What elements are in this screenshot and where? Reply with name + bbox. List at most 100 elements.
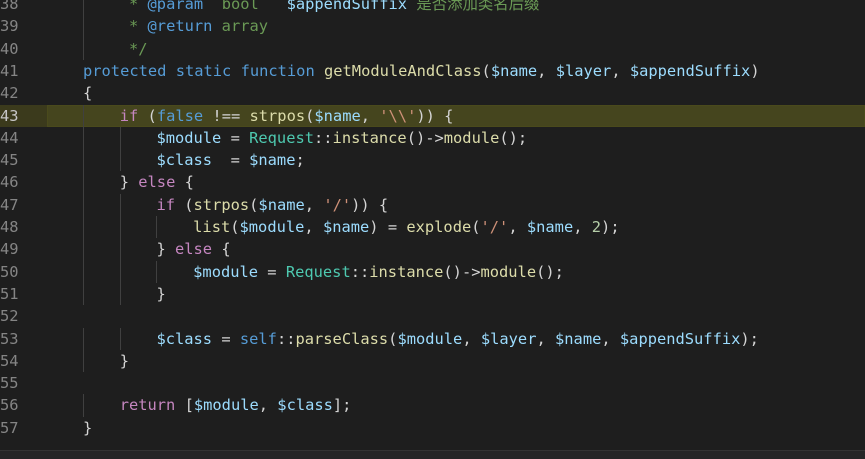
code-token: if: [119, 106, 139, 125]
code-line-42[interactable]: 42 {: [0, 82, 865, 104]
line-code[interactable]: $class = self::parseClass($module, $laye…: [156, 328, 758, 350]
code-line-56[interactable]: 56 return [$module, $class];: [0, 394, 865, 417]
code-token: */: [119, 39, 148, 58]
indent-guide: [83, 15, 84, 38]
line-number: 49: [0, 240, 19, 259]
code-token: false: [156, 106, 204, 125]
code-token: $class: [277, 396, 333, 415]
indent-guide: [119, 282, 121, 306]
line-number: 43: [0, 106, 19, 125]
line-code[interactable]: } else {: [156, 238, 230, 260]
line-code[interactable]: * @param bool $appendSuffix 是否添加类名后缀: [120, 0, 539, 15]
code-line-53[interactable]: 53 $class = self::parseClass($module, $la…: [0, 327, 865, 350]
code-token: Request: [249, 128, 314, 147]
indent-guide: [83, 327, 84, 350]
code-token: ,: [462, 329, 481, 348]
code-editor[interactable]: 38 * @param bool $appendSuffix 是否添加类名后缀 3…: [0, 0, 865, 459]
line-code[interactable]: } else {: [120, 171, 194, 193]
line-number: 53: [0, 329, 19, 348]
code-token: '/': [323, 195, 352, 214]
code-token: array: [212, 17, 269, 36]
line-number: 44: [0, 128, 19, 147]
indent-guide: [83, 260, 84, 283]
code-token: *: [119, 17, 148, 36]
line-number: 47: [0, 195, 19, 214]
code-token: '\\': [379, 106, 417, 125]
code-token: (: [230, 218, 240, 236]
code-token: $appendSuffix: [619, 329, 741, 348]
code-token: $appendSuffix: [629, 61, 751, 80]
code-token: ,: [537, 61, 556, 80]
code-token: strpos: [249, 106, 306, 125]
code-token: ()->: [406, 128, 444, 147]
code-token: (: [174, 195, 194, 214]
code-line-40[interactable]: 40 */: [0, 37, 865, 60]
line-number: 50: [0, 262, 19, 281]
line-code[interactable]: }: [156, 283, 165, 305]
line-code[interactable]: $module = Request::instance()->module();: [193, 261, 564, 283]
line-code[interactable]: list($module, $name) = explode('/', $nam…: [193, 216, 619, 238]
code-line-47[interactable]: 47 if (strpos($name, '/')) {: [0, 193, 865, 216]
indent-guide: [119, 193, 121, 216]
line-code[interactable]: return [$module, $class];: [120, 394, 352, 416]
code-token: ,: [536, 329, 556, 348]
line-number: 51: [0, 284, 19, 303]
indent-guide: [83, 349, 84, 373]
indent-guide: [83, 193, 84, 216]
line-code[interactable]: {: [83, 82, 92, 104]
code-token: ();: [499, 128, 528, 147]
code-line-44[interactable]: 44 $module = Request::instance()->module(…: [0, 126, 865, 150]
code-line-49[interactable]: 49 } else {: [0, 238, 865, 261]
line-number: 39: [0, 17, 19, 36]
code-line-41[interactable]: 41 protected static function getModuleAnd…: [0, 60, 865, 82]
code-token: Request: [285, 262, 351, 281]
code-token: ;: [295, 151, 305, 170]
indent-guide: [156, 260, 158, 283]
code-token: module: [443, 128, 500, 147]
line-number: 45: [0, 151, 19, 170]
line-code[interactable]: }: [83, 417, 92, 439]
code-line-43[interactable]: 43 if (false !== strpos($name, '\\')) {: [0, 104, 865, 128]
code-line-50[interactable]: 50 $module = Request::instance()->module(…: [0, 260, 865, 283]
line-code[interactable]: $class = $name;: [156, 149, 304, 171]
code-token: return: [119, 396, 176, 415]
code-token: (: [481, 61, 491, 80]
code-line-54[interactable]: 54}: [0, 349, 865, 373]
code-token: $name: [490, 61, 538, 80]
indent-guide: [83, 104, 84, 127]
code-line-55[interactable]: 55: [0, 372, 865, 394]
line-code[interactable]: * @return array: [120, 15, 268, 37]
code-line-38[interactable]: 38 * @param bool $appendSuffix 是否添加类名后缀: [0, 0, 865, 16]
indent-guide: [119, 327, 121, 350]
line-code[interactable]: if (false !== strpos($name, '\\')) {: [120, 105, 454, 127]
indent-guide: [83, 171, 84, 194]
line-code[interactable]: $module = Request::instance()->module();: [156, 127, 527, 149]
line-code[interactable]: protected static function getModuleAndCl…: [83, 60, 760, 82]
code-token: ];: [332, 396, 352, 415]
code-token: static: [175, 61, 232, 80]
code-token: instance: [369, 262, 444, 281]
code-token: $name: [258, 195, 305, 214]
code-line-51[interactable]: 51}: [0, 282, 865, 306]
code-token: =: [212, 151, 250, 170]
code-token: protected: [83, 61, 167, 80]
line-code[interactable]: }: [120, 350, 129, 372]
code-line-52[interactable]: 52: [0, 305, 865, 327]
code-line-57[interactable]: 57}: [0, 417, 865, 439]
line-number: 42: [0, 84, 19, 103]
line-code[interactable]: if (strpos($name, '/')) {: [156, 194, 388, 216]
line-code[interactable]: */: [120, 38, 148, 60]
code-token: ::: [314, 128, 333, 147]
code-token: =: [258, 262, 286, 281]
code-token: $module: [193, 396, 259, 415]
code-line-46[interactable]: 46} else {: [0, 171, 865, 194]
code-line-48[interactable]: 48 list($module, $name) = explode('/', $n…: [0, 216, 865, 239]
code-token: $name: [526, 218, 574, 236]
code-line-39[interactable]: 39 * @return array: [0, 15, 865, 38]
horizontal-scrollbar[interactable]: [0, 450, 865, 459]
code-line-45[interactable]: 45 $class = $name;: [0, 149, 865, 172]
indent-guide: [83, 282, 84, 306]
